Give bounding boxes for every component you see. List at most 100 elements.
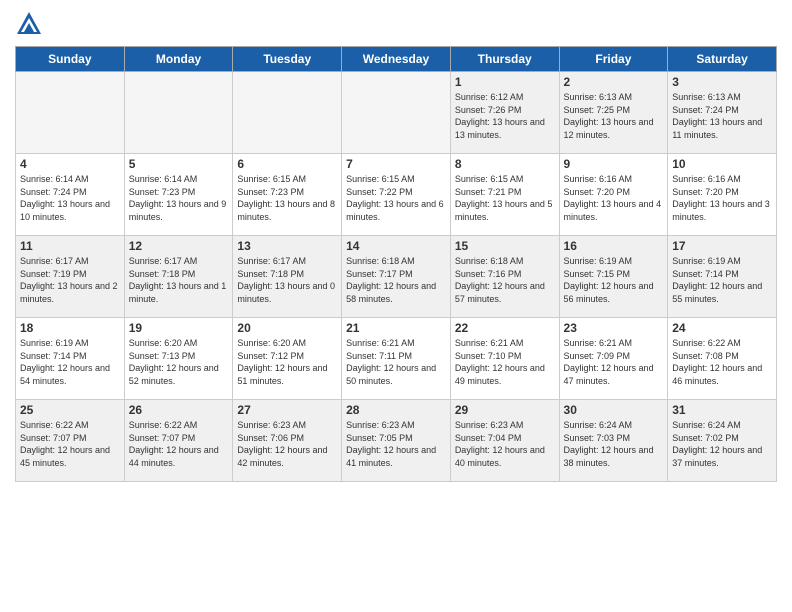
day-header: Friday xyxy=(559,47,668,72)
calendar-cell: 9 Sunrise: 6:16 AM Sunset: 7:20 PM Daylig… xyxy=(559,154,668,236)
calendar-cell: 8 Sunrise: 6:15 AM Sunset: 7:21 PM Daylig… xyxy=(450,154,559,236)
day-info: Sunrise: 6:19 AM Sunset: 7:15 PM Dayligh… xyxy=(564,255,664,305)
day-info: Sunrise: 6:18 AM Sunset: 7:17 PM Dayligh… xyxy=(346,255,446,305)
day-info: Sunrise: 6:14 AM Sunset: 7:24 PM Dayligh… xyxy=(20,173,120,223)
day-number: 25 xyxy=(20,403,120,417)
logo xyxy=(15,10,47,38)
day-number: 16 xyxy=(564,239,664,253)
day-info: Sunrise: 6:24 AM Sunset: 7:03 PM Dayligh… xyxy=(564,419,664,469)
day-info: Sunrise: 6:20 AM Sunset: 7:13 PM Dayligh… xyxy=(129,337,229,387)
day-info: Sunrise: 6:22 AM Sunset: 7:07 PM Dayligh… xyxy=(129,419,229,469)
calendar-cell: 1 Sunrise: 6:12 AM Sunset: 7:26 PM Daylig… xyxy=(450,72,559,154)
calendar-cell: 3 Sunrise: 6:13 AM Sunset: 7:24 PM Daylig… xyxy=(668,72,777,154)
day-info: Sunrise: 6:20 AM Sunset: 7:12 PM Dayligh… xyxy=(237,337,337,387)
header-row: SundayMondayTuesdayWednesdayThursdayFrid… xyxy=(16,47,777,72)
calendar-cell: 20 Sunrise: 6:20 AM Sunset: 7:12 PM Dayli… xyxy=(233,318,342,400)
day-info: Sunrise: 6:21 AM Sunset: 7:09 PM Dayligh… xyxy=(564,337,664,387)
calendar-cell: 4 Sunrise: 6:14 AM Sunset: 7:24 PM Daylig… xyxy=(16,154,125,236)
day-number: 27 xyxy=(237,403,337,417)
day-info: Sunrise: 6:22 AM Sunset: 7:08 PM Dayligh… xyxy=(672,337,772,387)
day-number: 8 xyxy=(455,157,555,171)
day-number: 5 xyxy=(129,157,229,171)
day-number: 4 xyxy=(20,157,120,171)
day-info: Sunrise: 6:15 AM Sunset: 7:22 PM Dayligh… xyxy=(346,173,446,223)
day-number: 23 xyxy=(564,321,664,335)
calendar-cell: 18Sunrise: 6:19 AM Sunset: 7:14 PM Dayli… xyxy=(16,318,125,400)
calendar-cell: 2 Sunrise: 6:13 AM Sunset: 7:25 PM Daylig… xyxy=(559,72,668,154)
calendar-cell: 14 Sunrise: 6:18 AM Sunset: 7:17 PM Dayli… xyxy=(342,236,451,318)
calendar-cell: 31 Sunrise: 6:24 AM Sunset: 7:02 PM Dayli… xyxy=(668,400,777,482)
day-number: 12 xyxy=(129,239,229,253)
day-header: Sunday xyxy=(16,47,125,72)
day-info: Sunrise: 6:23 AM Sunset: 7:04 PM Dayligh… xyxy=(455,419,555,469)
day-info: Sunrise: 6:17 AM Sunset: 7:18 PM Dayligh… xyxy=(237,255,337,305)
calendar-cell: 16 Sunrise: 6:19 AM Sunset: 7:15 PM Dayli… xyxy=(559,236,668,318)
day-number: 28 xyxy=(346,403,446,417)
day-number: 3 xyxy=(672,75,772,89)
calendar-cell xyxy=(124,72,233,154)
day-info: Sunrise: 6:16 AM Sunset: 7:20 PM Dayligh… xyxy=(672,173,772,223)
day-header: Saturday xyxy=(668,47,777,72)
calendar-cell xyxy=(233,72,342,154)
calendar-cell: 26Sunrise: 6:22 AM Sunset: 7:07 PM Dayli… xyxy=(124,400,233,482)
day-info: Sunrise: 6:14 AM Sunset: 7:23 PM Dayligh… xyxy=(129,173,229,223)
day-number: 30 xyxy=(564,403,664,417)
day-number: 18 xyxy=(20,321,120,335)
day-info: Sunrise: 6:16 AM Sunset: 7:20 PM Dayligh… xyxy=(564,173,664,223)
day-header: Monday xyxy=(124,47,233,72)
day-number: 20 xyxy=(237,321,337,335)
calendar-cell: 5 Sunrise: 6:14 AM Sunset: 7:23 PM Daylig… xyxy=(124,154,233,236)
day-number: 11 xyxy=(20,239,120,253)
calendar-week: 4 Sunrise: 6:14 AM Sunset: 7:24 PM Daylig… xyxy=(16,154,777,236)
calendar-cell: 22Sunrise: 6:21 AM Sunset: 7:10 PM Dayli… xyxy=(450,318,559,400)
day-info: Sunrise: 6:17 AM Sunset: 7:18 PM Dayligh… xyxy=(129,255,229,305)
day-number: 29 xyxy=(455,403,555,417)
day-number: 1 xyxy=(455,75,555,89)
day-number: 6 xyxy=(237,157,337,171)
day-number: 31 xyxy=(672,403,772,417)
day-info: Sunrise: 6:15 AM Sunset: 7:21 PM Dayligh… xyxy=(455,173,555,223)
calendar-cell: 30 Sunrise: 6:24 AM Sunset: 7:03 PM Dayli… xyxy=(559,400,668,482)
calendar-table: SundayMondayTuesdayWednesdayThursdayFrid… xyxy=(15,46,777,482)
day-header: Thursday xyxy=(450,47,559,72)
day-number: 17 xyxy=(672,239,772,253)
day-number: 9 xyxy=(564,157,664,171)
calendar-cell: 25 Sunrise: 6:22 AM Sunset: 7:07 PM Dayli… xyxy=(16,400,125,482)
day-info: Sunrise: 6:13 AM Sunset: 7:25 PM Dayligh… xyxy=(564,91,664,141)
day-number: 14 xyxy=(346,239,446,253)
page-header xyxy=(15,10,777,38)
calendar-cell xyxy=(16,72,125,154)
calendar-week: 25 Sunrise: 6:22 AM Sunset: 7:07 PM Dayli… xyxy=(16,400,777,482)
day-number: 21 xyxy=(346,321,446,335)
day-number: 7 xyxy=(346,157,446,171)
calendar-week: 18Sunrise: 6:19 AM Sunset: 7:14 PM Dayli… xyxy=(16,318,777,400)
day-number: 13 xyxy=(237,239,337,253)
day-info: Sunrise: 6:12 AM Sunset: 7:26 PM Dayligh… xyxy=(455,91,555,141)
day-header: Wednesday xyxy=(342,47,451,72)
calendar-cell xyxy=(342,72,451,154)
calendar-week: 11Sunrise: 6:17 AM Sunset: 7:19 PM Dayli… xyxy=(16,236,777,318)
calendar-cell: 27 Sunrise: 6:23 AM Sunset: 7:06 PM Dayli… xyxy=(233,400,342,482)
calendar-cell: 12 Sunrise: 6:17 AM Sunset: 7:18 PM Dayli… xyxy=(124,236,233,318)
calendar-cell: 15Sunrise: 6:18 AM Sunset: 7:16 PM Dayli… xyxy=(450,236,559,318)
page-container: SundayMondayTuesdayWednesdayThursdayFrid… xyxy=(0,0,792,492)
day-info: Sunrise: 6:13 AM Sunset: 7:24 PM Dayligh… xyxy=(672,91,772,141)
calendar-cell: 11Sunrise: 6:17 AM Sunset: 7:19 PM Dayli… xyxy=(16,236,125,318)
calendar-week: 1 Sunrise: 6:12 AM Sunset: 7:26 PM Daylig… xyxy=(16,72,777,154)
day-info: Sunrise: 6:23 AM Sunset: 7:06 PM Dayligh… xyxy=(237,419,337,469)
day-number: 22 xyxy=(455,321,555,335)
day-info: Sunrise: 6:22 AM Sunset: 7:07 PM Dayligh… xyxy=(20,419,120,469)
calendar-cell: 13 Sunrise: 6:17 AM Sunset: 7:18 PM Dayli… xyxy=(233,236,342,318)
day-number: 2 xyxy=(564,75,664,89)
day-number: 24 xyxy=(672,321,772,335)
day-number: 10 xyxy=(672,157,772,171)
calendar-cell: 19Sunrise: 6:20 AM Sunset: 7:13 PM Dayli… xyxy=(124,318,233,400)
day-info: Sunrise: 6:21 AM Sunset: 7:11 PM Dayligh… xyxy=(346,337,446,387)
calendar-cell: 21 Sunrise: 6:21 AM Sunset: 7:11 PM Dayli… xyxy=(342,318,451,400)
calendar-cell: 10 Sunrise: 6:16 AM Sunset: 7:20 PM Dayli… xyxy=(668,154,777,236)
day-header: Tuesday xyxy=(233,47,342,72)
calendar-cell: 6Sunrise: 6:15 AM Sunset: 7:23 PM Daylig… xyxy=(233,154,342,236)
calendar-cell: 28Sunrise: 6:23 AM Sunset: 7:05 PM Dayli… xyxy=(342,400,451,482)
day-info: Sunrise: 6:24 AM Sunset: 7:02 PM Dayligh… xyxy=(672,419,772,469)
calendar-cell: 23 Sunrise: 6:21 AM Sunset: 7:09 PM Dayli… xyxy=(559,318,668,400)
